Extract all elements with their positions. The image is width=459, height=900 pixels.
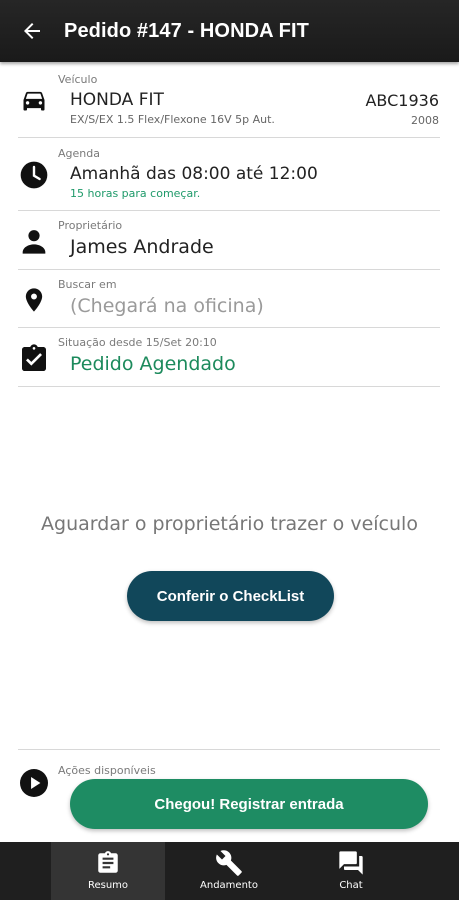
- back-button[interactable]: [0, 0, 64, 62]
- wait-message: Aguardar o proprietário trazer o veículo: [41, 513, 418, 535]
- tab-chat[interactable]: Chat: [293, 842, 409, 900]
- page-title: Pedido #147 - HONDA FIT: [64, 19, 309, 42]
- app-bar: Pedido #147 - HONDA FIT: [0, 0, 459, 62]
- vehicle-plate: ABC1936: [365, 91, 439, 110]
- clipboard-icon: [98, 851, 118, 873]
- checklist-button[interactable]: Conferir o CheckList: [127, 571, 334, 621]
- play-circle-icon: [20, 769, 48, 797]
- pickup-row: Buscar em (Chegará na oficina): [0, 270, 459, 328]
- clock-icon: [20, 161, 48, 189]
- divider: [18, 749, 440, 750]
- register-arrival-button[interactable]: Chegou! Registrar entrada: [70, 779, 428, 829]
- owner-name: James Andrade: [70, 236, 214, 258]
- bottom-navigation: Resumo Andamento Chat: [0, 842, 459, 900]
- schedule-label: Agenda: [58, 147, 100, 160]
- vehicle-year: 2008: [411, 114, 439, 127]
- pickup-value: (Chegará na oficina): [70, 295, 264, 317]
- vehicle-row: Veículo HONDA FIT EX/S/EX 1.5 Flex/Flexo…: [0, 62, 459, 138]
- vehicle-model: HONDA FIT: [70, 90, 164, 110]
- person-icon: [22, 230, 46, 254]
- wrench-icon: [216, 850, 242, 876]
- tab-andamento[interactable]: Andamento: [165, 842, 293, 900]
- arrow-left-icon: [24, 23, 40, 39]
- tab-label: Resumo: [87, 880, 129, 891]
- status-label: Situação desde 15/Set 20:10: [58, 336, 217, 349]
- status-value: Pedido Agendado: [70, 353, 236, 375]
- tab-label: Chat: [339, 880, 363, 891]
- status-row: Situação desde 15/Set 20:10 Pedido Agend…: [0, 328, 459, 387]
- schedule-countdown: 15 horas para começar.: [70, 187, 201, 200]
- order-summary: Veículo HONDA FIT EX/S/EX 1.5 Flex/Flexo…: [0, 62, 459, 842]
- vehicle-version: EX/S/EX 1.5 Flex/Flexone 16V 5p Aut.: [70, 113, 275, 126]
- tab-label: Andamento: [200, 880, 258, 891]
- tab-resumo[interactable]: Resumo: [51, 842, 165, 900]
- actions-label: Ações disponíveis: [58, 764, 156, 777]
- chat-icon: [339, 851, 363, 875]
- schedule-row: Agenda Amanhã das 08:00 até 12:00 15 hor…: [0, 138, 459, 211]
- car-icon: [23, 91, 45, 111]
- location-pin-icon: [25, 288, 43, 312]
- schedule-value: Amanhã das 08:00 até 12:00: [70, 164, 318, 184]
- vehicle-label: Veículo: [58, 73, 98, 86]
- owner-label: Proprietário: [58, 219, 123, 232]
- clipboard-check-icon: [22, 344, 46, 371]
- pickup-label: Buscar em: [58, 278, 117, 291]
- owner-row: Proprietário James Andrade: [0, 211, 459, 270]
- divider: [18, 386, 440, 387]
